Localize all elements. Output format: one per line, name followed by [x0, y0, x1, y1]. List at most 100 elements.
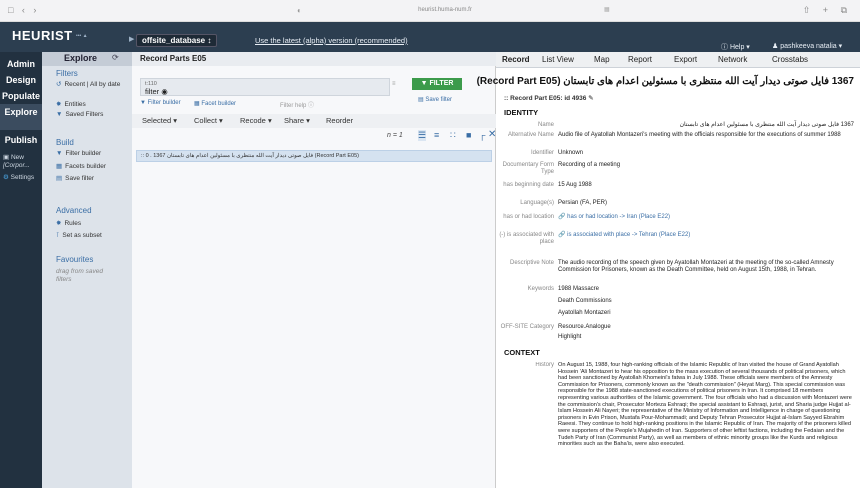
entities-filter[interactable]: ✸ Entities: [56, 100, 86, 108]
rules[interactable]: ✸ Rules: [56, 219, 81, 227]
save-filter[interactable]: ▤ Save filter: [56, 174, 94, 182]
list-view-icon[interactable]: ☰: [418, 130, 427, 141]
place-link[interactable]: 🔗 is associated with place -> Tehran (Pl…: [558, 232, 854, 239]
search-prefix: t:110: [145, 81, 157, 87]
funnel-icon: ▼: [420, 80, 428, 87]
menu-admin[interactable]: Admin: [0, 56, 42, 72]
rules-icon: ✸: [56, 220, 62, 227]
recent-filter-label: Recent | All by date: [64, 81, 121, 88]
field-label: has beginning date: [503, 182, 554, 188]
column-view-icon[interactable]: ┌: [479, 130, 485, 140]
address-bar[interactable]: heurist.huma-num.fr: [390, 7, 500, 13]
database-arrow-icon: ▶: [129, 36, 135, 43]
filter-options-icon[interactable]: ≡: [392, 81, 396, 87]
selected-menu[interactable]: Selected ▾: [142, 116, 177, 125]
favourites-note: drag from saved filters: [56, 268, 103, 283]
menu-new-label: New: [10, 154, 24, 161]
save-filter-link[interactable]: ▤ Save filter: [418, 96, 452, 103]
field-label: Identifier: [530, 150, 554, 156]
filter-button[interactable]: ▼ FILTER: [412, 78, 462, 90]
filter-builder[interactable]: ▼ Filter builder: [56, 150, 101, 157]
filter-help-link[interactable]: Filter help ⓘ: [280, 100, 314, 109]
saved-filters[interactable]: ▼ Saved Filters: [56, 111, 103, 118]
tab-crosstabs[interactable]: Crosstabs: [772, 55, 808, 64]
set-as-subset[interactable]: ⊺ Set as subset: [56, 231, 102, 239]
tab-list-view[interactable]: List View: [542, 55, 574, 64]
tab-report[interactable]: Report: [628, 55, 652, 64]
filter-builder-link-label: Filter builder: [147, 100, 181, 106]
history-icon: ↺: [56, 81, 62, 88]
category-item: Highlight: [558, 334, 582, 340]
eye-icon[interactable]: ◉: [161, 87, 168, 96]
menu-settings[interactable]: ⚙ Settings: [3, 173, 34, 181]
saved-filters-label: Saved Filters: [65, 111, 104, 118]
record-id-line: :: Record Part E05: id 4936 ✎: [504, 95, 594, 102]
search-input[interactable]: t:110 filter ◉: [140, 78, 390, 96]
field-label: History: [535, 362, 554, 368]
latest-version-link[interactable]: Use the latest (alpha) version (recommen…: [255, 36, 408, 45]
rules-label: Rules: [64, 220, 82, 227]
field-value: Unknown: [558, 150, 584, 156]
thumbnail-view-icon[interactable]: ■: [466, 130, 471, 140]
context-heading: CONTEXT: [504, 348, 540, 357]
menu-publish[interactable]: Publish: [0, 132, 42, 148]
reader-icon[interactable]: ▦: [604, 6, 610, 13]
field-value: Persian (FA, PER): [558, 200, 608, 206]
tab-network[interactable]: Network: [718, 55, 747, 64]
save-filter-label: Save filter: [65, 175, 95, 182]
table-row[interactable]: :: 0 . 1367 فایل صوتی دیدار آیت الله منت…: [136, 150, 492, 162]
record-id: Record Part E05: id 4936: [510, 95, 587, 102]
recent-filter[interactable]: ↺ Recent | All by date: [56, 81, 128, 89]
reorder-button[interactable]: Reorder: [326, 116, 353, 125]
browser-action-buttons[interactable]: ⇧ + ⧉: [803, 5, 852, 16]
menu-explore[interactable]: Explore: [0, 104, 42, 130]
browser-nav-buttons[interactable]: □ ‹ ›: [8, 5, 39, 15]
field-label: Name: [537, 122, 554, 128]
place-link-text: is associated with place -> Tehran (Plac…: [567, 232, 691, 238]
menu-explore-label: Explore: [4, 107, 38, 117]
shield-icon[interactable]: ◐: [297, 6, 302, 15]
tab-map[interactable]: Map: [594, 55, 610, 64]
menu-new[interactable]: ▣ New: [3, 153, 24, 161]
funnel-icon: ▼: [56, 111, 63, 118]
view-bar: n = 1 ☰ ≡ ∷ ■ ┌ ✕: [132, 129, 496, 144]
browser-toolbar: □ ‹ › ◐ heurist.huma-num.fr ▦ ⇧ + ⧉: [0, 0, 860, 22]
filter-builder-link[interactable]: ▼ Filter builder: [140, 100, 181, 106]
facets-builder[interactable]: ▦ Facets builder: [56, 162, 106, 170]
search-value: filter: [145, 87, 160, 96]
selected-label: Selected: [142, 116, 172, 125]
subset-icon: ⊺: [56, 232, 60, 239]
filters-panel: Explore ⟳ Filters ↺ Recent | All by date …: [42, 52, 132, 488]
collect-menu[interactable]: Collect ▾: [194, 116, 223, 125]
field-label: Descriptive Note: [509, 260, 554, 266]
heurist-logo[interactable]: HEURIST: [12, 28, 73, 43]
tab-export[interactable]: Export: [674, 55, 697, 64]
detail-view-icon[interactable]: ≡: [434, 130, 439, 140]
facet-builder-link[interactable]: ▦ Facet builder: [194, 100, 236, 107]
edit-icon[interactable]: ✎: [588, 95, 593, 102]
menu-design[interactable]: Design: [0, 72, 42, 88]
location-link[interactable]: 🔗 has or had location -> Iran (Place E22…: [558, 214, 854, 221]
menu-corpus[interactable]: [Corpor...: [3, 162, 30, 169]
help-menu[interactable]: ⓘ Help ▾: [721, 42, 750, 52]
filters-heading: Filters: [56, 69, 78, 78]
filter-help-label: Filter help: [280, 103, 307, 109]
recode-menu[interactable]: Recode ▾: [240, 116, 272, 125]
share-menu[interactable]: Share ▾: [284, 116, 310, 125]
facets-icon: ▦: [56, 163, 63, 170]
menu-populate[interactable]: Populate: [0, 88, 42, 104]
save-filter-link-label: Save filter: [425, 97, 453, 103]
record-viewer: Record List View Map Report Export Netwo…: [477, 52, 860, 488]
field-value: Audio file of Ayatollah Montazeri's meet…: [558, 132, 841, 138]
set-as-subset-label: Set as subset: [62, 232, 102, 239]
grid-view-icon[interactable]: ∷: [450, 130, 456, 141]
database-name[interactable]: offsite_database ↕: [136, 34, 218, 47]
location-link-text: has or had location -> Iran (Place E22): [567, 214, 671, 220]
identity-heading: IDENTITY: [504, 108, 539, 117]
user-menu[interactable]: ♟ pashkeeva natalia ▾: [772, 42, 842, 50]
user-name: pashkeeva natalia: [780, 43, 837, 50]
refresh-icon[interactable]: ⟳: [112, 53, 119, 62]
menu-settings-label: Settings: [10, 174, 35, 181]
logo-glyph: ••• ▲: [76, 33, 88, 39]
tab-record[interactable]: Record: [502, 55, 530, 64]
